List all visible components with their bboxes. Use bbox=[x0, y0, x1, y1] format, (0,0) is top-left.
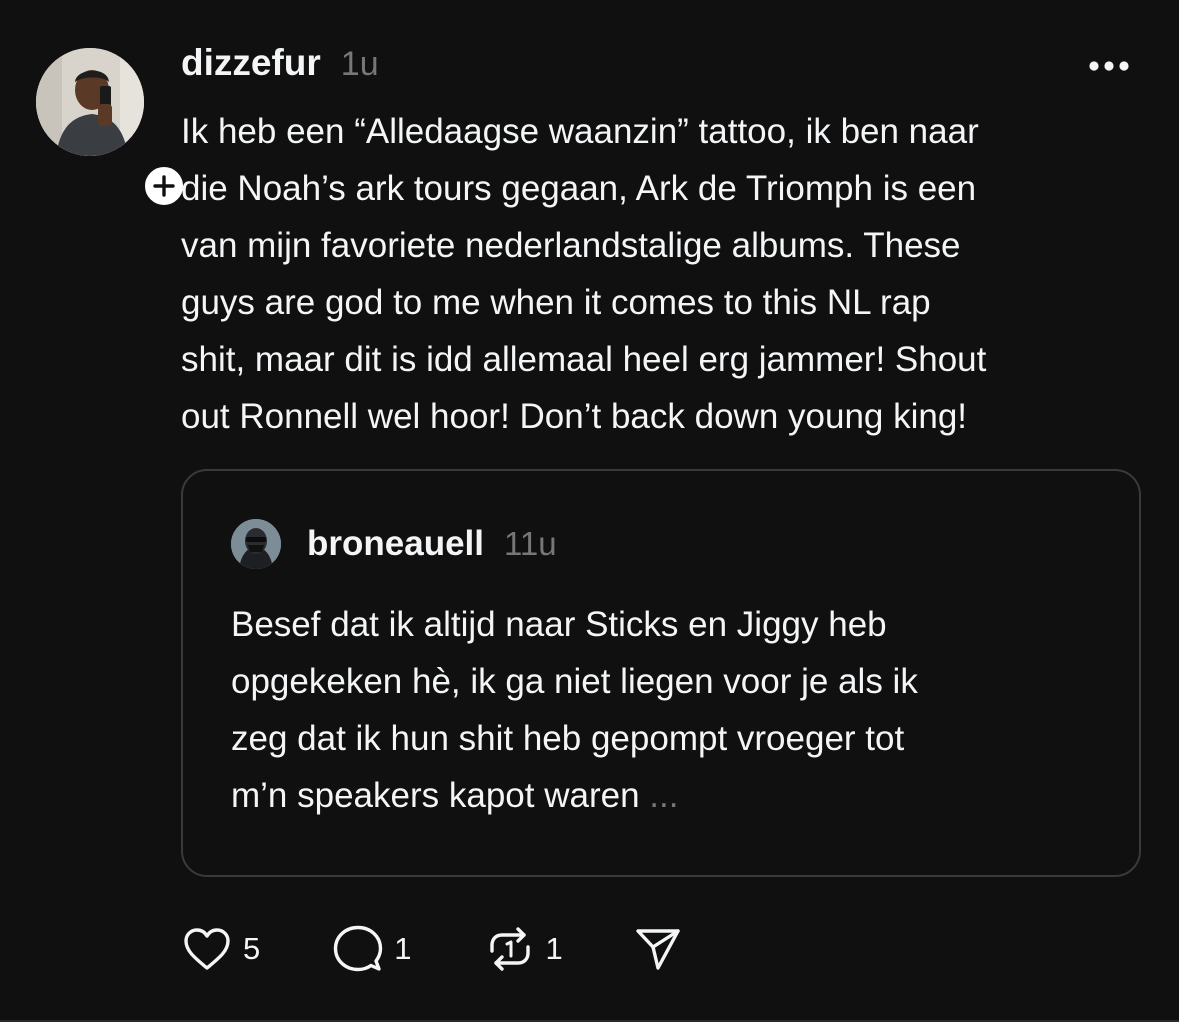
like-button[interactable]: 5 bbox=[181, 925, 260, 973]
repost-icon bbox=[489, 927, 530, 971]
quoted-author-avatar[interactable] bbox=[231, 519, 281, 569]
quoted-body-line-last: m’n speakers kapot waren ... bbox=[231, 767, 1111, 824]
plus-icon bbox=[153, 175, 175, 197]
send-icon bbox=[636, 929, 680, 970]
post-body-line: shit, maar dit is idd allemaal heel erg … bbox=[181, 340, 987, 379]
more-options-button[interactable] bbox=[1087, 58, 1131, 74]
post-timestamp: 1u bbox=[340, 45, 379, 83]
quoted-body-line: zeg dat ik hun shit heb gepompt vroeger … bbox=[231, 719, 905, 758]
quoted-body-line: Besef dat ik altijd naar Sticks en Jiggy… bbox=[231, 605, 887, 644]
comment-icon bbox=[334, 925, 383, 972]
quoted-post-card[interactable]: broneauell 11u Besef dat ik altijd naar … bbox=[181, 469, 1141, 877]
quoted-author-username[interactable]: broneauell bbox=[307, 524, 484, 564]
more-horizontal-icon bbox=[1089, 61, 1129, 71]
post-body-line: van mijn favoriete nederlandstalige albu… bbox=[181, 226, 961, 265]
reply-button[interactable]: 1 bbox=[332, 923, 412, 975]
heart-icon bbox=[184, 928, 230, 970]
author-avatar[interactable] bbox=[36, 48, 144, 156]
repost-button[interactable]: 1 bbox=[484, 923, 563, 975]
quoted-body-last-text: m’n speakers kapot waren bbox=[231, 776, 640, 815]
truncation-ellipsis: ... bbox=[649, 776, 679, 815]
quoted-body-line: opgekeken hè, ik ga niet liegen voor je … bbox=[231, 662, 918, 701]
post-header: dizzefur 1u bbox=[181, 42, 379, 84]
action-bar: 5 1 1 bbox=[181, 922, 683, 976]
thread-post: dizzefur 1u Ik heb een “Alledaagse waanz… bbox=[0, 0, 1179, 1022]
repost-count: 1 bbox=[545, 931, 563, 966]
reply-count: 1 bbox=[394, 931, 412, 966]
quoted-post-header: broneauell 11u bbox=[231, 519, 557, 569]
like-count: 5 bbox=[243, 931, 261, 966]
quoted-post-timestamp: 11u bbox=[503, 525, 557, 562]
quoted-post-body: Besef dat ik altijd naar Sticks en Jiggy… bbox=[231, 596, 1111, 824]
post-body: Ik heb een “Alledaagse waanzin” tattoo, … bbox=[181, 103, 1141, 445]
post-body-line: die Noah’s ark tours gegaan, Ark de Trio… bbox=[181, 169, 977, 208]
post-body-line: guys are god to me when it comes to this… bbox=[181, 283, 931, 322]
author-avatar-container[interactable] bbox=[36, 48, 188, 210]
author-username[interactable]: dizzefur bbox=[181, 42, 321, 84]
post-body-line: out Ronnell wel hoor! Don’t back down yo… bbox=[181, 397, 968, 436]
post-body-line: Ik heb een “Alledaagse waanzin” tattoo, … bbox=[181, 112, 979, 151]
share-button[interactable] bbox=[633, 924, 683, 974]
